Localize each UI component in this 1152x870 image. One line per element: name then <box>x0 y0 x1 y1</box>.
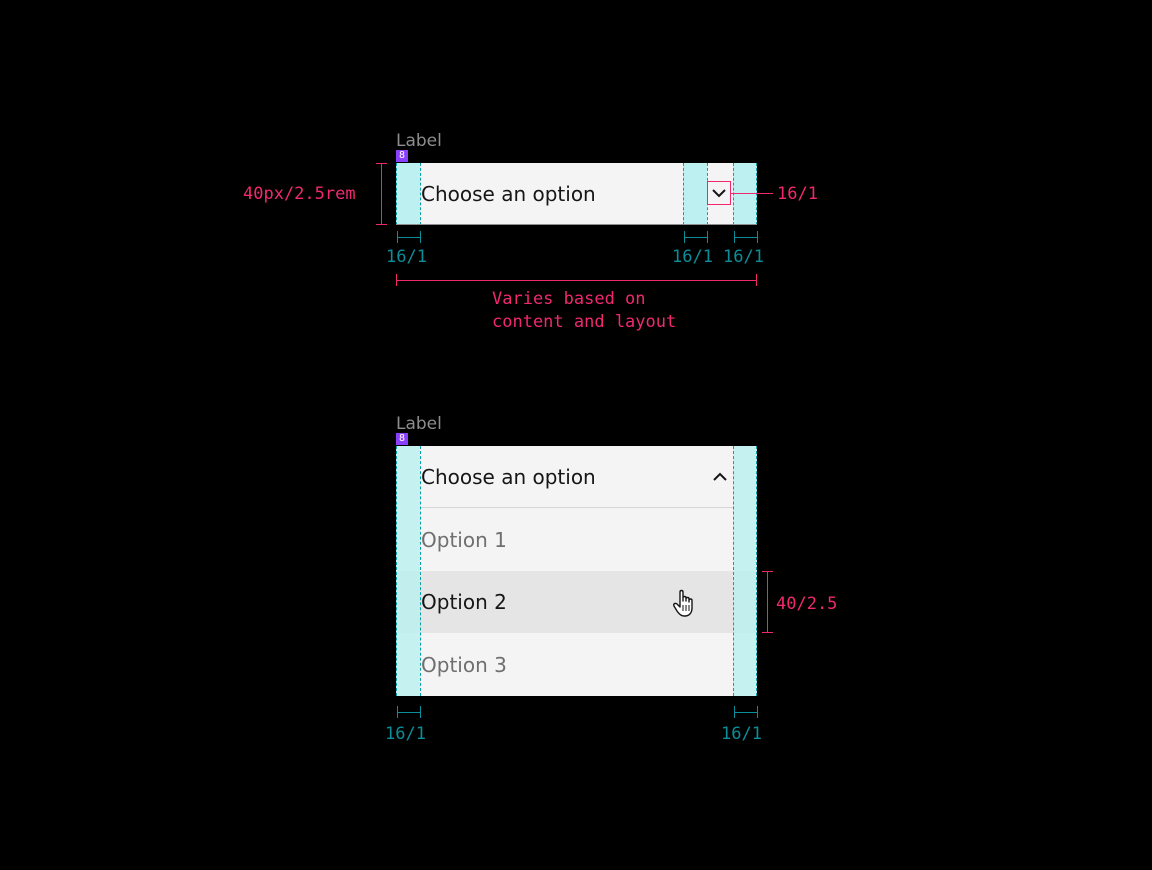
guide-line <box>683 163 684 225</box>
dimension-tick <box>684 231 685 243</box>
dimension-tick <box>734 231 735 243</box>
chevron-down-icon[interactable] <box>710 186 728 200</box>
dimension-tick <box>762 571 773 572</box>
select-placeholder[interactable]: Choose an option <box>421 446 596 508</box>
width-annotation-line1: Varies based on <box>492 289 646 309</box>
guide-line <box>756 163 757 225</box>
padding-right-highlight <box>733 446 757 696</box>
select-placeholder: Choose an option <box>421 182 596 206</box>
dimension-tick <box>376 163 387 164</box>
padding-icon-annotation: 16/1 <box>672 247 713 267</box>
spacing-badge: 8 <box>396 433 408 445</box>
padding-dimension-line <box>734 237 758 238</box>
spacing-badge: 8 <box>396 150 408 162</box>
menu-option-1[interactable]: Option 1 <box>421 509 507 571</box>
chevron-up-icon[interactable] <box>711 470 729 484</box>
dimension-tick <box>396 274 397 286</box>
guide-line <box>396 446 397 696</box>
padding-left-highlight <box>396 446 420 696</box>
width-dimension-line <box>396 280 757 281</box>
dimension-tick <box>420 706 421 718</box>
field-label: Label <box>396 414 442 434</box>
padding-dimension-line <box>684 237 708 238</box>
padding-dimension-line <box>397 237 421 238</box>
padding-right-highlight <box>733 163 757 225</box>
dimension-tick <box>376 224 387 225</box>
hand-pointer-icon <box>672 588 700 618</box>
menu-option-3[interactable]: Option 3 <box>421 634 507 696</box>
guide-line <box>396 163 397 225</box>
dimension-tick <box>397 706 398 718</box>
height-annotation: 40px/2.5rem <box>243 184 356 204</box>
guide-line <box>756 446 757 696</box>
item-height-dimension-line <box>767 571 768 633</box>
dimension-tick <box>757 706 758 718</box>
guide-line <box>733 163 734 225</box>
icon-size-leader-line <box>731 193 773 194</box>
dimension-tick <box>762 632 773 633</box>
menu-padding-left-annotation: 16/1 <box>385 724 426 744</box>
menu-option-2[interactable]: Option 2 <box>421 571 507 633</box>
guide-line <box>733 446 734 696</box>
dimension-tick <box>707 231 708 243</box>
padding-left-annotation: 16/1 <box>386 247 427 267</box>
menu-padding-right-annotation: 16/1 <box>721 724 762 744</box>
item-height-annotation: 40/2.5 <box>776 594 838 614</box>
padding-dimension-line <box>397 712 421 713</box>
padding-icon-highlight <box>683 163 707 225</box>
padding-dimension-line <box>734 712 758 713</box>
dimension-tick <box>420 231 421 243</box>
dimension-tick <box>757 231 758 243</box>
dimension-tick <box>397 231 398 243</box>
padding-left-highlight <box>396 163 420 225</box>
height-dimension-line <box>381 163 382 225</box>
field-label: Label <box>396 131 442 151</box>
padding-right-annotation: 16/1 <box>723 247 764 267</box>
dimension-tick <box>734 706 735 718</box>
width-annotation-line2: content and layout <box>492 312 677 332</box>
dimension-tick <box>756 274 757 286</box>
icon-size-annotation: 16/1 <box>777 184 818 204</box>
